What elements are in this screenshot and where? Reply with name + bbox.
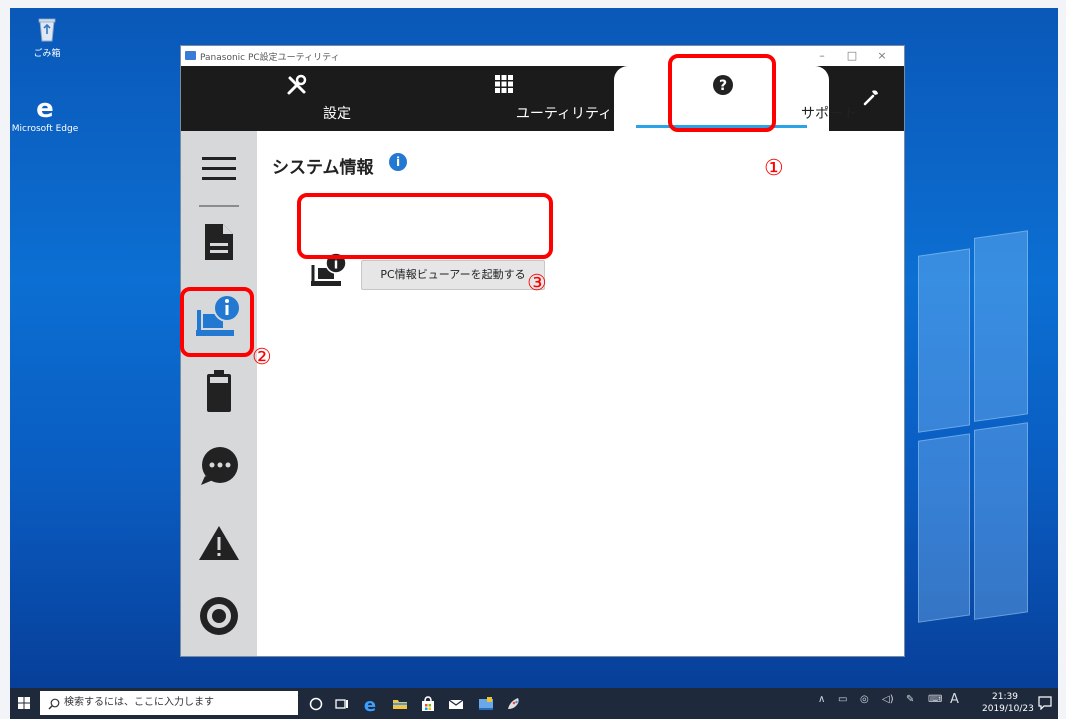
search-placeholder: 検索するには、ここに入力します: [64, 697, 214, 708]
annotation-number-1: ①: [764, 156, 784, 181]
battery-icon: [207, 370, 231, 412]
desktop-icon-label: ごみ箱: [33, 49, 61, 59]
wrench-icon: [861, 88, 881, 108]
task-view-icon[interactable]: [332, 694, 352, 714]
clock-time: 21:39: [992, 692, 1018, 702]
svg-text:e: e: [36, 94, 54, 122]
tray-chevron-icon[interactable]: ∧: [818, 694, 825, 705]
tray-network-adapter-icon[interactable]: ▭: [838, 694, 847, 705]
app-window: Panasonic PC設定ユーティリティ – □ × 設定 ユーティリティ ?…: [181, 46, 904, 656]
tools-icon: [286, 74, 307, 95]
launch-pc-info-viewer-button[interactable]: PC情報ビューアーを起動する: [361, 260, 545, 290]
tab-label: ユーティリティ: [515, 106, 613, 122]
search-icon: [48, 696, 60, 719]
cortana-icon[interactable]: [306, 694, 326, 714]
screen: ごみ箱 e Microsoft Edge Panasonic PC設定ユーティリ…: [0, 0, 1066, 719]
tab-settings[interactable]: 設定: [255, 66, 351, 131]
desktop-icon-edge[interactable]: e Microsoft Edge: [10, 92, 80, 134]
tab-label: 設定: [323, 106, 351, 122]
sidebar-item-target[interactable]: [181, 586, 257, 646]
tray-pen-icon[interactable]: ✎: [906, 694, 914, 705]
tab-bar: 設定 ユーティリティ ? サポート: [181, 66, 904, 131]
taskbar: 検索するには、ここに入力します e ∧ ▭ ◎ ◁) ✎ ⌨ A 21:39 2…: [10, 688, 1058, 719]
ime-indicator[interactable]: A: [950, 692, 959, 707]
start-button[interactable]: [13, 692, 35, 714]
title-bar[interactable]: Panasonic PC設定ユーティリティ – □ ×: [181, 46, 904, 66]
sidebar-item-chat[interactable]: [181, 436, 257, 496]
info-icon[interactable]: i: [389, 153, 407, 171]
edge-taskbar-icon[interactable]: e: [360, 694, 380, 716]
tray-volume-icon[interactable]: ◁): [882, 694, 894, 705]
maximize-button[interactable]: □: [844, 48, 860, 64]
sidebar-item-warning[interactable]: [181, 513, 257, 573]
recycle-bin-icon: [32, 14, 62, 44]
desktop-icon-label: Microsoft Edge: [11, 124, 79, 134]
action-center-icon[interactable]: [1038, 695, 1052, 711]
grid-icon: [494, 74, 514, 94]
store-icon[interactable]: [418, 694, 438, 714]
clock-date: 2019/10/23: [982, 704, 1034, 714]
tray-keyboard-icon[interactable]: ⌨: [928, 694, 942, 705]
menu-icon: [202, 157, 236, 180]
pc-settings-utility-icon[interactable]: [476, 694, 496, 714]
svg-text:e: e: [364, 695, 376, 714]
window-title: Panasonic PC設定ユーティリティ: [200, 53, 340, 63]
tab-maintenance[interactable]: [841, 66, 901, 131]
sidebar-item-document[interactable]: [181, 212, 257, 272]
sidebar-item-menu[interactable]: [181, 139, 257, 199]
file-explorer-icon[interactable]: [390, 694, 410, 714]
annotation-box-1: [668, 54, 776, 132]
tab-utility[interactable]: ユーティリティ: [444, 66, 612, 131]
sidebar-item-battery[interactable]: [181, 361, 257, 421]
taskbar-clock[interactable]: 21:39 2019/10/23: [982, 691, 1034, 715]
sidebar-divider: [199, 205, 239, 207]
warning-icon: [199, 526, 239, 560]
annotation-number-3: ③: [527, 271, 547, 296]
section-title: システム情報: [272, 158, 374, 178]
target-icon: [200, 597, 238, 635]
annotation-box-2: [180, 287, 254, 357]
tray-globe-icon[interactable]: ◎: [860, 694, 869, 705]
taskbar-search-input[interactable]: 検索するには、ここに入力します: [40, 691, 298, 715]
document-icon: [205, 224, 233, 260]
minimize-button[interactable]: –: [814, 48, 830, 64]
edge-icon: e: [30, 92, 60, 124]
annotation-box-3: [297, 193, 553, 259]
sidebar: [181, 131, 257, 656]
windows-start-icon: [18, 697, 30, 709]
mail-icon[interactable]: [446, 694, 466, 714]
close-button[interactable]: ×: [874, 48, 890, 64]
desktop-icon-recycle-bin[interactable]: ごみ箱: [12, 14, 82, 59]
paint-icon[interactable]: [504, 694, 524, 714]
windows-logo-wallpaper: [918, 230, 1028, 635]
app-logo-icon: [185, 51, 196, 60]
chat-icon: [201, 447, 238, 485]
annotation-number-2: ②: [252, 345, 272, 370]
